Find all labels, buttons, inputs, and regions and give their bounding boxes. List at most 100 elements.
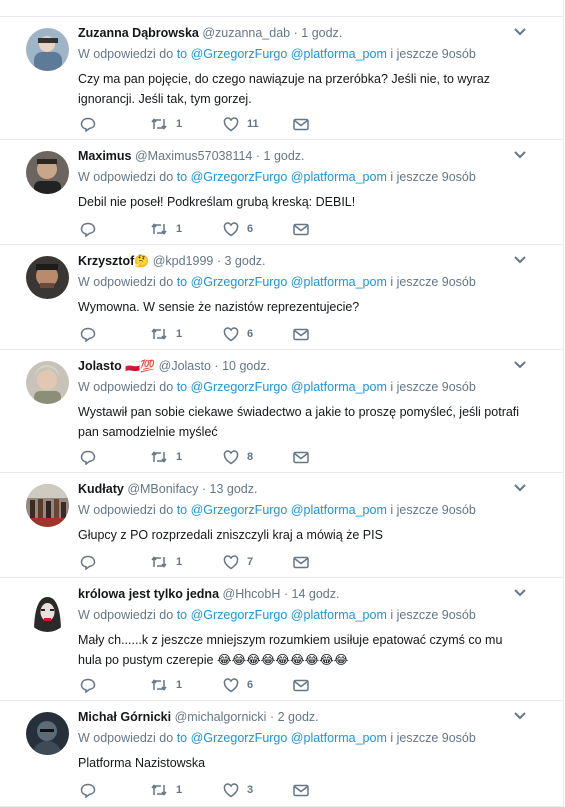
author-handle[interactable]: @kpd1999 bbox=[153, 254, 214, 268]
heart-icon bbox=[223, 449, 239, 464]
retweet-icon bbox=[151, 784, 167, 796]
author-name[interactable]: Jolasto bbox=[78, 359, 122, 373]
author-handle[interactable]: @MBonifacy bbox=[127, 482, 198, 496]
direct-message-button[interactable] bbox=[293, 553, 309, 571]
reply-tweet[interactable]: Krzysztof🤔 @kpd1999 · 3 godz. W odpowied… bbox=[0, 245, 563, 350]
envelope-icon bbox=[293, 223, 309, 235]
envelope-icon bbox=[293, 784, 309, 796]
direct-message-button[interactable] bbox=[293, 220, 309, 238]
replies-timeline: Zuzanna Dąbrowska @zuzanna_dab · 1 godz.… bbox=[0, 0, 564, 807]
tweet-text: Platforma Nazistowska bbox=[78, 756, 206, 770]
chevron-down-icon[interactable] bbox=[513, 27, 527, 37]
author-handle[interactable]: @michalgornicki bbox=[175, 710, 267, 724]
retweet-button[interactable]: 1 bbox=[150, 115, 182, 133]
reply-button[interactable] bbox=[80, 676, 96, 694]
direct-message-button[interactable] bbox=[293, 448, 309, 466]
chevron-down-icon[interactable] bbox=[513, 711, 527, 721]
reply-tweet[interactable]: Michał Górnicki @michalgornicki · 2 godz… bbox=[0, 701, 563, 807]
reply-icon bbox=[80, 678, 96, 693]
timestamp[interactable]: 10 godz. bbox=[222, 359, 270, 373]
reply-to-link[interactable]: to @GrzegorzFurgo @platforma_pom bbox=[177, 47, 387, 61]
retweet-button[interactable]: 1 bbox=[150, 325, 182, 343]
reply-button[interactable] bbox=[80, 325, 96, 343]
reply-to-link[interactable]: to @GrzegorzFurgo @platforma_pom bbox=[177, 170, 387, 184]
tweet-text: Głupcy z PO rozprzedali zniszczyli kraj … bbox=[78, 528, 383, 542]
reply-button[interactable] bbox=[80, 115, 96, 133]
retweet-count: 1 bbox=[176, 784, 183, 796]
chevron-down-icon[interactable] bbox=[513, 588, 527, 598]
chevron-down-icon[interactable] bbox=[513, 483, 527, 493]
reply-to-link[interactable]: to @GrzegorzFurgo @platforma_pom bbox=[177, 503, 387, 517]
reply-to-link[interactable]: to @GrzegorzFurgo @platforma_pom bbox=[177, 608, 387, 622]
reply-context: W odpowiedzi do to @GrzegorzFurgo @platf… bbox=[78, 731, 476, 745]
direct-message-button[interactable] bbox=[293, 325, 309, 343]
like-count: 6 bbox=[247, 328, 254, 340]
reply-tweet[interactable]: Kudłaty @MBonifacy · 13 godz. W odpowied… bbox=[0, 473, 563, 578]
author-handle[interactable]: @Maximus57038114 bbox=[135, 149, 252, 163]
like-button[interactable]: 6 bbox=[223, 676, 253, 694]
timestamp[interactable]: 14 godz. bbox=[292, 587, 340, 601]
author-name[interactable]: Krzysztof bbox=[78, 254, 134, 268]
reply-button[interactable] bbox=[80, 553, 96, 571]
avatar[interactable] bbox=[26, 712, 69, 755]
author-name[interactable]: Maximus bbox=[78, 149, 132, 163]
author-name[interactable]: Michał Górnicki bbox=[78, 710, 171, 724]
author-handle[interactable]: @HhcobH bbox=[223, 587, 281, 601]
like-button[interactable]: 7 bbox=[223, 553, 253, 571]
chevron-down-icon[interactable] bbox=[513, 150, 527, 160]
like-count: 6 bbox=[247, 679, 254, 691]
reply-tweet[interactable]: Maximus @Maximus57038114 · 1 godz. W odp… bbox=[0, 140, 563, 245]
reply-button[interactable] bbox=[80, 781, 96, 799]
retweet-button[interactable]: 1 bbox=[150, 676, 182, 694]
reply-to-link[interactable]: to @GrzegorzFurgo @platforma_pom bbox=[177, 275, 387, 289]
retweet-icon bbox=[151, 556, 167, 568]
reply-tweet[interactable]: królowa jest tylko jedna @HhcobH · 14 go… bbox=[0, 578, 563, 701]
reply-tweet[interactable]: Zuzanna Dąbrowska @zuzanna_dab · 1 godz.… bbox=[0, 17, 563, 140]
timestamp[interactable]: 3 godz. bbox=[225, 254, 266, 268]
timestamp[interactable]: 13 godz. bbox=[210, 482, 258, 496]
like-button[interactable]: 8 bbox=[223, 448, 253, 466]
retweet-button[interactable]: 1 bbox=[150, 781, 182, 799]
retweet-icon bbox=[151, 328, 167, 340]
direct-message-button[interactable] bbox=[293, 676, 309, 694]
avatar[interactable] bbox=[26, 28, 69, 71]
retweet-button[interactable]: 1 bbox=[150, 553, 182, 571]
like-button[interactable]: 6 bbox=[223, 220, 253, 238]
avatar[interactable] bbox=[26, 589, 69, 632]
like-button[interactable]: 6 bbox=[223, 325, 253, 343]
like-button[interactable]: 3 bbox=[223, 781, 253, 799]
direct-message-button[interactable] bbox=[293, 115, 309, 133]
retweet-button[interactable]: 1 bbox=[150, 448, 182, 466]
retweet-button[interactable]: 1 bbox=[150, 220, 182, 238]
reply-button[interactable] bbox=[80, 220, 96, 238]
author-handle[interactable]: @Jolasto bbox=[159, 359, 211, 373]
author-name[interactable]: Kudłaty bbox=[78, 482, 124, 496]
timestamp[interactable]: 2 godz. bbox=[278, 710, 319, 724]
like-button[interactable]: 11 bbox=[223, 115, 259, 133]
reply-to-link[interactable]: to @GrzegorzFurgo @platforma_pom bbox=[177, 380, 387, 394]
reply-tweet[interactable]: Jolasto 🇵🇱💯 @Jolasto · 10 godz. W odpowi… bbox=[0, 350, 563, 473]
reply-to-link[interactable]: to @GrzegorzFurgo @platforma_pom bbox=[177, 731, 387, 745]
tweet-text: Debil nie poseł! Podkreślam grubą kreską… bbox=[78, 195, 356, 209]
reply-button[interactable] bbox=[80, 448, 96, 466]
author-name[interactable]: królowa jest tylko jedna bbox=[78, 587, 219, 601]
reply-context: W odpowiedzi do to @GrzegorzFurgo @platf… bbox=[78, 47, 476, 61]
retweet-count: 1 bbox=[176, 451, 183, 463]
like-count: 11 bbox=[247, 118, 259, 130]
timestamp[interactable]: 1 godz. bbox=[264, 149, 305, 163]
reply-context: W odpowiedzi do to @GrzegorzFurgo @platf… bbox=[78, 275, 476, 289]
avatar[interactable] bbox=[26, 361, 69, 404]
envelope-icon bbox=[293, 328, 309, 340]
chevron-down-icon[interactable] bbox=[513, 360, 527, 370]
tweet-text: Wystawił pan sobie ciekawe świadectwo a … bbox=[78, 405, 520, 439]
author-handle[interactable]: @zuzanna_dab bbox=[202, 26, 290, 40]
author-name[interactable]: Zuzanna Dąbrowska bbox=[78, 26, 199, 40]
avatar[interactable] bbox=[26, 256, 69, 299]
avatar[interactable] bbox=[26, 151, 69, 194]
chevron-down-icon[interactable] bbox=[513, 255, 527, 265]
heart-icon bbox=[223, 326, 239, 341]
reply-context: W odpowiedzi do to @GrzegorzFurgo @platf… bbox=[78, 503, 476, 517]
direct-message-button[interactable] bbox=[293, 781, 309, 799]
timestamp[interactable]: 1 godz. bbox=[301, 26, 342, 40]
avatar[interactable] bbox=[26, 484, 69, 527]
